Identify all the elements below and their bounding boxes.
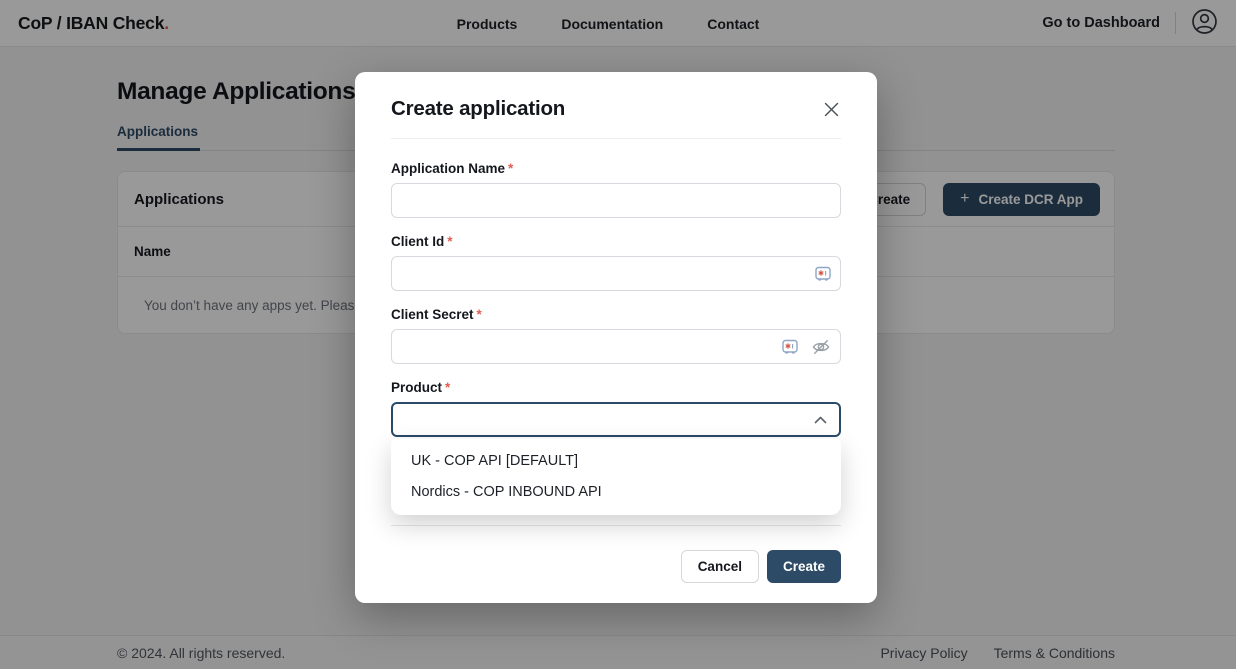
- client-id-label: Client Id*: [391, 234, 841, 249]
- toggle-secret-visibility-button[interactable]: [811, 337, 831, 357]
- chevron-up-icon: [814, 416, 827, 424]
- product-options-dropdown: UK - COP API [DEFAULT] Nordics - COP INB…: [391, 439, 841, 515]
- application-name-field: Application Name*: [391, 161, 841, 218]
- eye-off-icon: [811, 345, 831, 360]
- modal-close-button[interactable]: [824, 102, 839, 117]
- product-option-uk-cop-api[interactable]: UK - COP API [DEFAULT]: [391, 446, 841, 477]
- application-name-input[interactable]: [391, 183, 841, 218]
- required-marker: *: [445, 380, 450, 395]
- modal-actions: Cancel Create: [391, 550, 841, 583]
- client-id-field: Client Id*: [391, 234, 841, 291]
- product-select[interactable]: [391, 402, 841, 437]
- client-id-input[interactable]: [391, 256, 841, 291]
- required-marker: *: [508, 161, 513, 176]
- obscured-input-top-edge: [391, 525, 841, 526]
- password-manager-safe-icon: [782, 343, 798, 358]
- product-label: Product*: [391, 380, 841, 395]
- client-secret-label: Client Secret*: [391, 307, 841, 322]
- cancel-button[interactable]: Cancel: [681, 550, 759, 583]
- modal-title: Create application: [391, 97, 841, 121]
- required-marker: *: [477, 307, 482, 322]
- product-option-nordics-cop-inbound-api[interactable]: Nordics - COP INBOUND API: [391, 477, 841, 508]
- application-name-label: Application Name*: [391, 161, 841, 176]
- autofill-button[interactable]: [782, 339, 798, 355]
- autofill-button[interactable]: [815, 266, 831, 282]
- modal-header: Create application: [355, 72, 877, 138]
- modal-create-button[interactable]: Create: [767, 550, 841, 583]
- client-secret-input[interactable]: [391, 329, 841, 364]
- required-marker: *: [447, 234, 452, 249]
- create-application-modal: Create application Application Name* Cli…: [355, 72, 877, 603]
- client-secret-field: Client Secret*: [391, 307, 841, 364]
- modal-body: Application Name* Client Id*: [355, 139, 877, 603]
- password-manager-safe-icon: [815, 270, 831, 285]
- close-x-icon: [824, 105, 839, 120]
- product-field: Product* UK - COP API [DEFAULT] Nordics …: [391, 380, 841, 437]
